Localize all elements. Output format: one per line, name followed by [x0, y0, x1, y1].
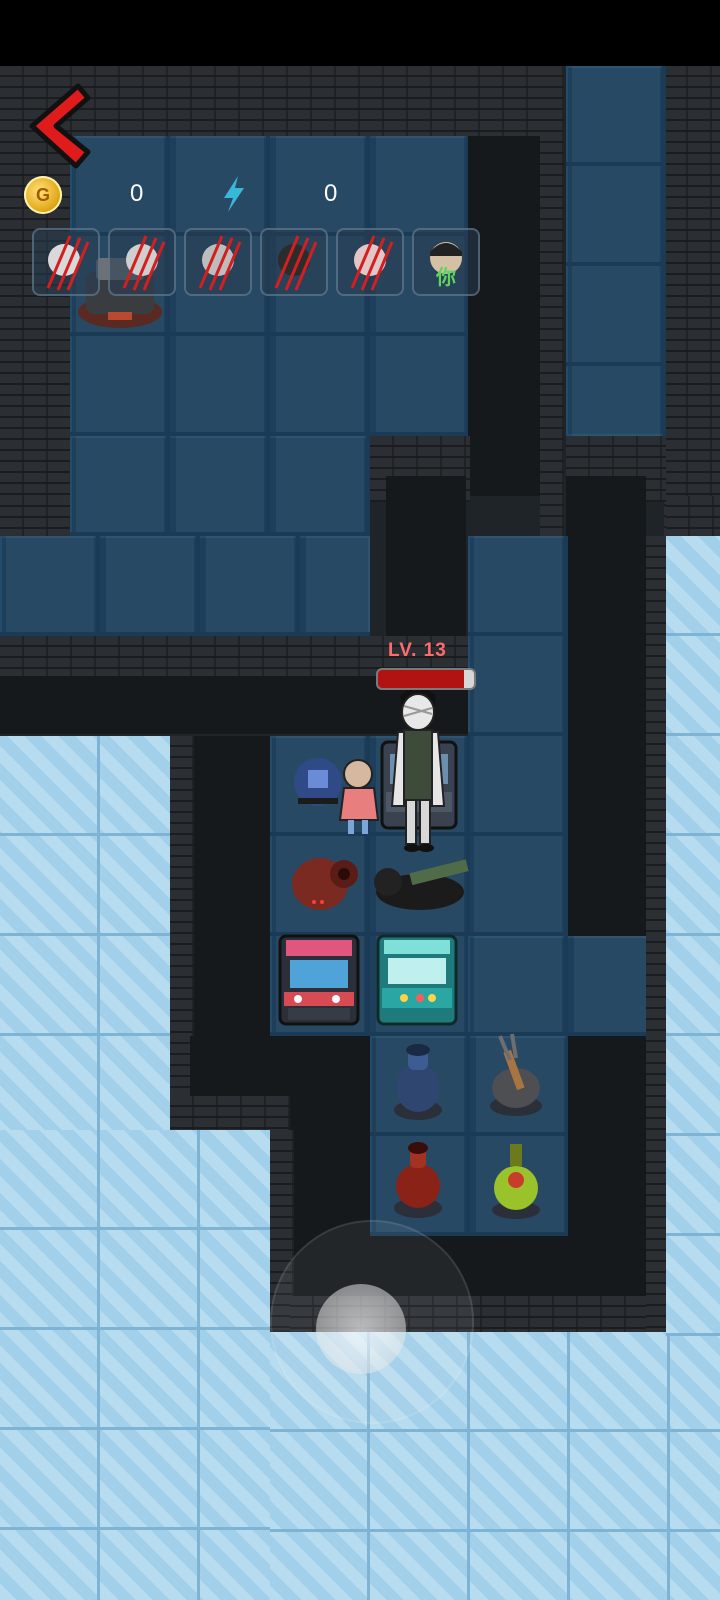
- player-slot-clawed[interactable]: [260, 228, 328, 296]
- wall: [540, 66, 564, 586]
- wall: [664, 66, 720, 536]
- wall: [666, 496, 720, 536]
- green-potion-turret-object: [492, 1144, 540, 1219]
- player-slot-clawed[interactable]: [108, 228, 176, 296]
- wall: [0, 496, 70, 536]
- ice-floor: [666, 536, 720, 1336]
- ice-floor: [0, 1130, 270, 1600]
- player-slot-clawed[interactable]: [32, 228, 100, 296]
- coin-count: 0: [130, 180, 144, 207]
- ice-floor: [0, 736, 170, 1136]
- back-chevron-icon[interactable]: [26, 80, 96, 170]
- claw-scratch-icon: [198, 235, 242, 291]
- floor: [70, 436, 370, 536]
- energy-count: 0: [324, 180, 338, 207]
- wall-void: [194, 736, 270, 1036]
- floor: [468, 536, 568, 936]
- floor: [566, 66, 666, 436]
- claw-scratch-icon: [46, 235, 90, 291]
- health-bar: [376, 668, 476, 690]
- wall: [646, 536, 666, 1336]
- self-label: 你: [436, 267, 456, 289]
- wall-void: [568, 1036, 646, 1236]
- lightning-bolt-icon: [224, 176, 244, 212]
- player-character: [390, 687, 446, 852]
- claw-scratch-icon: [274, 235, 318, 291]
- gold-coin-icon: G: [24, 176, 62, 214]
- player-slot-clawed[interactable]: [336, 228, 404, 296]
- character-level: LV. 13: [388, 640, 447, 661]
- red-vase-turret-object: [394, 1142, 442, 1218]
- arcade-machine-object: [278, 934, 360, 1026]
- floor: [468, 936, 666, 1036]
- joystick-knob[interactable]: [316, 1284, 406, 1374]
- wall: [170, 1096, 290, 1130]
- ghost-girl-character: [338, 759, 380, 834]
- blue-vase-turret-object: [394, 1044, 442, 1120]
- floor: [0, 536, 370, 636]
- player-slot-self[interactable]: 你: [412, 228, 480, 296]
- arcade-machine-object: [376, 934, 458, 1026]
- status-bar: [0, 0, 720, 66]
- health-fill: [378, 670, 465, 688]
- player-slot-clawed[interactable]: [184, 228, 252, 296]
- speaker-turret-object: [292, 858, 358, 910]
- claw-scratch-icon: [350, 235, 394, 291]
- claw-scratch-icon: [122, 235, 166, 291]
- wall-void: [190, 1036, 370, 1096]
- wall-void: [566, 476, 646, 936]
- fork-turret-object: [490, 1033, 542, 1116]
